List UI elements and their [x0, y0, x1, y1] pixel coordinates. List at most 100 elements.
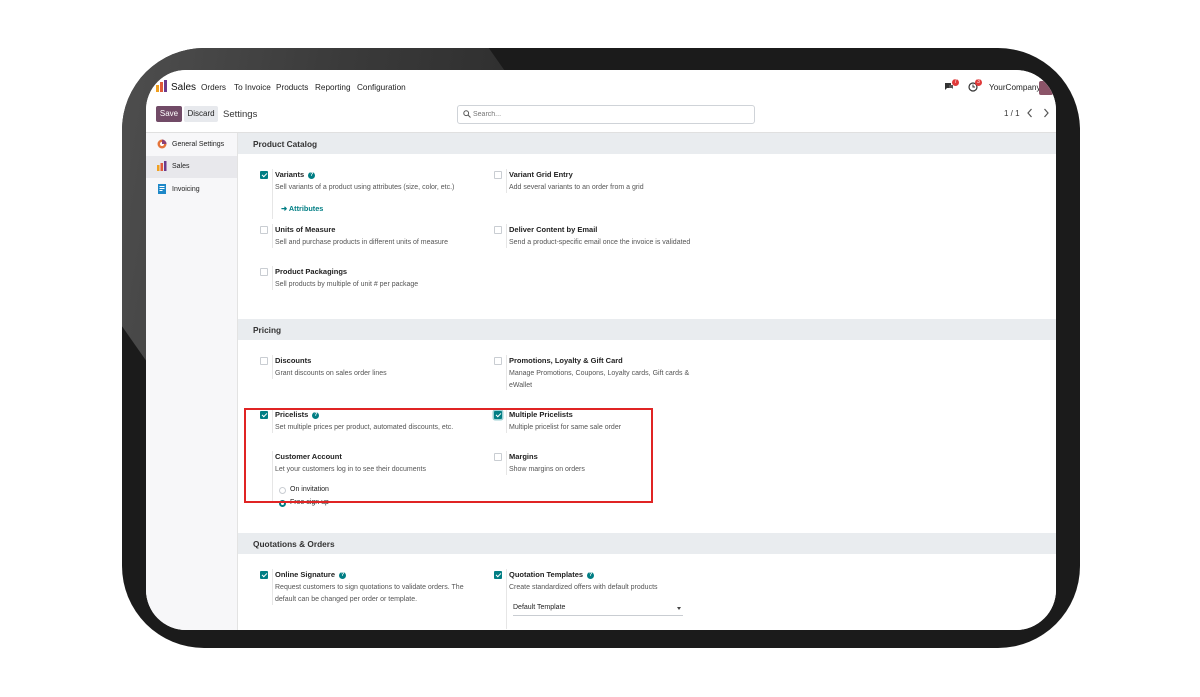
radio-label: Free sign up [290, 499, 329, 506]
uom-checkbox[interactable] [260, 226, 268, 234]
setting-title: Deliver Content by Email [509, 225, 598, 234]
help-icon[interactable]: ? [587, 572, 595, 579]
activities-badge: 3 [975, 79, 982, 86]
setting-desc: Show margins on orders [509, 466, 585, 473]
divider [506, 451, 507, 475]
radio-label: On invitation [290, 486, 329, 493]
margins-checkbox[interactable] [494, 453, 502, 461]
promotions-checkbox[interactable] [494, 357, 502, 365]
online-signature-checkbox[interactable] [260, 571, 268, 579]
sidebar-item-label: General Settings [172, 141, 225, 148]
divider [506, 409, 507, 433]
setting-desc: Manage Promotions, Coupons, Loyalty card… [509, 370, 690, 389]
deliver-email-checkbox[interactable] [494, 226, 502, 234]
menu-products[interactable]: Products [276, 83, 308, 92]
top-navbar: Sales Orders To Invoice Products Reporti… [146, 70, 1056, 105]
divider [272, 224, 273, 248]
page-title: Settings [223, 109, 258, 120]
help-icon[interactable]: ? [312, 412, 320, 419]
setting-title: Variant Grid Entry [509, 170, 573, 179]
divider [506, 569, 507, 629]
setting-desc: Sell products by multiple of unit # per … [275, 281, 419, 288]
attributes-link[interactable]: ➜ Attributes [281, 204, 323, 213]
variant-grid-checkbox[interactable] [494, 171, 502, 179]
chevron-right-icon[interactable] [1041, 107, 1051, 119]
setting-title: Variants? [275, 170, 316, 179]
divider [272, 266, 273, 290]
sidebar-item-sales[interactable]: Sales [146, 156, 237, 178]
default-template-select[interactable]: Default Template [513, 603, 683, 616]
setting-desc: Sell variants of a product using attribu… [275, 184, 455, 191]
setting-title: Promotions, Loyalty & Gift Card [509, 356, 623, 365]
messages-badge: 7 [952, 79, 959, 86]
divider [272, 169, 273, 219]
divider [272, 451, 273, 503]
help-icon[interactable]: ? [308, 172, 316, 179]
menu-to-invoice[interactable]: To Invoice [234, 83, 271, 92]
section-header-pricing: Pricing [238, 319, 1056, 340]
help-icon[interactable]: ? [339, 572, 347, 579]
setting-desc: Request customers to sign quotations to … [275, 584, 464, 603]
radio-button[interactable] [279, 487, 286, 494]
setting-title: Margins [509, 452, 538, 461]
sales-app-icon[interactable] [156, 80, 168, 92]
setting-title: Online Signature? [275, 570, 347, 579]
settings-sidebar: General Settings Sales Invoicing [146, 133, 238, 630]
setting-title: Units of Measure [275, 225, 336, 234]
discounts-checkbox[interactable] [260, 357, 268, 365]
user-avatar[interactable] [1039, 81, 1053, 95]
sidebar-item-invoicing[interactable]: Invoicing [146, 179, 237, 201]
setting-title: Multiple Pricelists [509, 410, 573, 419]
screen: Sales Orders To Invoice Products Reporti… [146, 70, 1056, 630]
pager-value: 1 / 1 [1004, 109, 1020, 118]
setting-desc: Add several variants to an order from a … [509, 184, 644, 191]
menu-configuration[interactable]: Configuration [357, 83, 406, 92]
variants-checkbox[interactable] [260, 171, 268, 179]
chevron-left-icon[interactable] [1025, 107, 1035, 119]
packagings-checkbox[interactable] [260, 268, 268, 276]
section-title: Product Catalog [253, 139, 318, 149]
divider [506, 224, 507, 248]
settings-content: Product Catalog Variants? Sell variants … [238, 133, 1056, 630]
section-title: Pricing [253, 325, 282, 335]
setting-desc: Send a product-specific email once the i… [509, 239, 691, 246]
search-input[interactable] [473, 108, 743, 120]
setting-title: Discounts [275, 356, 312, 365]
section-title: Quotations & Orders [253, 539, 335, 549]
menu-orders[interactable]: Orders [201, 83, 226, 92]
odoo-icon [157, 139, 167, 149]
menu-reporting[interactable]: Reporting [315, 83, 351, 92]
setting-title: Pricelists? [275, 410, 320, 419]
search-box[interactable] [457, 105, 755, 124]
attributes-link-label: Attributes [288, 204, 324, 213]
setting-desc: Set multiple prices per product, automat… [275, 424, 454, 431]
setting-title: Product Packagings [275, 267, 348, 276]
section-header-quotations: Quotations & Orders [238, 533, 1056, 554]
divider [272, 569, 273, 605]
sales-icon [157, 161, 167, 171]
search-icon [463, 110, 471, 118]
company-switcher[interactable]: YourCompany [989, 83, 1041, 92]
app-name[interactable]: Sales [171, 82, 196, 93]
sidebar-item-label: Invoicing [172, 186, 200, 193]
pricelists-checkbox[interactable] [260, 411, 268, 419]
invoicing-icon [158, 184, 166, 194]
multiple-pricelists-checkbox[interactable] [494, 411, 502, 419]
section-header-product-catalog: Product Catalog [238, 133, 1056, 154]
arrow-right-icon: ➜ [281, 204, 289, 213]
discard-button[interactable]: Discard [184, 106, 218, 122]
divider [506, 169, 507, 193]
sidebar-item-general-settings[interactable]: General Settings [146, 134, 237, 156]
save-button[interactable]: Save [156, 106, 182, 122]
setting-desc: Create standardized offers with default … [509, 584, 658, 591]
setting-desc: Sell and purchase products in different … [275, 239, 449, 246]
radio-button[interactable] [279, 500, 286, 507]
quotation-templates-checkbox[interactable] [494, 571, 502, 579]
divider [272, 355, 273, 379]
divider [506, 355, 507, 390]
sidebar-item-label: Sales [172, 163, 190, 170]
setting-desc: Multiple pricelist for same sale order [509, 424, 622, 431]
setting-title: Quotation Templates? [509, 570, 595, 579]
setting-title: Customer Account [275, 452, 342, 461]
caret-down-icon [677, 607, 681, 610]
